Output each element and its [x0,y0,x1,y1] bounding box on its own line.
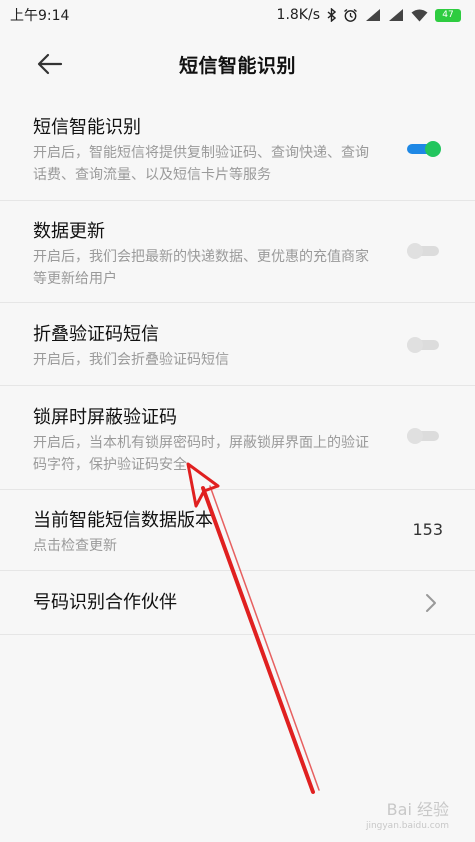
bluetooth-icon [327,8,336,22]
back-arrow-icon [37,53,63,75]
data-update-toggle[interactable] [407,243,439,259]
status-icons: 1.8K/s 47 [277,7,461,23]
toggle-knob [407,428,423,444]
setting-desc: 开启后，我们会把最新的快递数据、更优惠的充值商家等更新给用户 [33,249,369,287]
watermark: Bai 经验 jingyan.baidu.com [366,802,449,834]
title-bar: 短信智能识别 [0,36,475,92]
setting-title: 号码识别合作伙伴 [33,592,177,613]
page-title: 短信智能识别 [178,54,296,77]
watermark-brand: Bai 经验 [386,800,449,819]
setting-title: 短信智能识别 [33,117,141,138]
toggle-knob [407,337,423,353]
setting-desc: 开启后，智能短信将提供复制验证码、查询快递、查询话费、查询流量、以及短信卡片等服… [33,145,369,183]
setting-sms-recognition[interactable]: 短信智能识别 开启后，智能短信将提供复制验证码、查询快递、查询话费、查询流量、以… [0,100,475,201]
data-version-value: 153 [412,520,443,539]
status-bar: 上午9:14 1.8K/s 47 [0,0,475,30]
fold-code-sms-toggle[interactable] [407,337,439,353]
setting-title: 折叠验证码短信 [33,324,159,345]
toggle-knob [425,141,441,157]
wifi-icon [411,9,428,21]
signal-icon [366,9,380,21]
setting-title: 当前智能短信数据版本 [33,510,213,531]
chevron-right-icon [426,594,436,612]
lock-screen-hide-code-toggle[interactable] [407,428,439,444]
setting-title: 锁屏时屏蔽验证码 [33,407,177,428]
setting-number-recognition-partners[interactable]: 号码识别合作伙伴 [0,571,475,635]
setting-desc: 开启后，我们会折叠验证码短信 [33,352,229,368]
back-button[interactable] [36,52,64,76]
setting-desc: 开启后，当本机有锁屏密码时，屏蔽锁屏界面上的验证码字符，保护验证码安全 [33,435,369,473]
signal-icon-2 [389,9,403,21]
status-time: 上午9:14 [10,8,70,24]
network-speed: 1.8K/s [276,7,320,23]
setting-desc: 点击检查更新 [33,538,117,554]
battery-level: 47 [442,10,454,20]
setting-title: 数据更新 [33,221,105,242]
alarm-icon [344,8,357,22]
setting-data-version[interactable]: 当前智能短信数据版本 点击检查更新 153 [0,490,475,571]
setting-fold-code-sms[interactable]: 折叠验证码短信 开启后，我们会折叠验证码短信 [0,303,475,386]
toggle-knob [407,243,423,259]
setting-data-update[interactable]: 数据更新 开启后，我们会把最新的快递数据、更优惠的充值商家等更新给用户 [0,201,475,303]
setting-lock-screen-hide-code[interactable]: 锁屏时屏蔽验证码 开启后，当本机有锁屏密码时，屏蔽锁屏界面上的验证码字符，保护验… [0,386,475,490]
battery-icon: 47 [435,8,461,22]
watermark-url: jingyan.baidu.com [365,821,449,831]
sms-recognition-toggle[interactable] [407,141,441,157]
settings-list: 短信智能识别 开启后，智能短信将提供复制验证码、查询快递、查询话费、查询流量、以… [0,100,475,635]
